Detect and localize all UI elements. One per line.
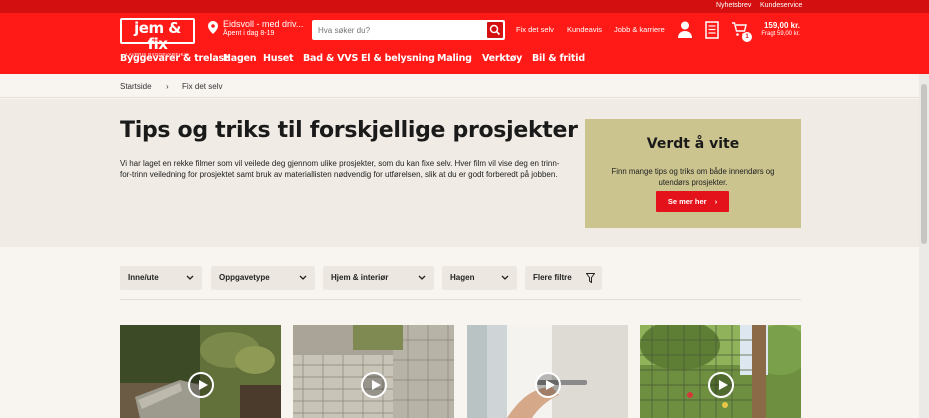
- search-box: [312, 20, 505, 40]
- nav-item-byggevarer[interactable]: Byggevarer & trelast: [120, 53, 229, 64]
- nav-item-bil-fritid[interactable]: Bil & fritid: [532, 53, 585, 64]
- breadcrumb-home[interactable]: Startside: [120, 82, 152, 91]
- play-button[interactable]: [708, 372, 734, 398]
- divider: [120, 299, 801, 300]
- play-button[interactable]: [361, 372, 387, 398]
- nav-item-maling[interactable]: Maling: [437, 53, 472, 64]
- video-card-fence[interactable]: [640, 325, 801, 418]
- breadcrumb-current: Fix det selv: [182, 82, 223, 91]
- info-box: Verdt å vite Finn mange tips og triks om…: [585, 119, 801, 228]
- filter-label: Oppgavetype: [219, 273, 270, 282]
- filter-hagen[interactable]: Hagen: [442, 266, 517, 290]
- scrollbar-thumb[interactable]: [921, 84, 927, 244]
- cart-total[interactable]: 159,00 kr.: [764, 21, 800, 30]
- video-card-bed-edging[interactable]: [120, 325, 281, 418]
- newsletter-link[interactable]: Nyhetsbrev: [716, 2, 751, 9]
- page-scrollbar[interactable]: [919, 74, 929, 418]
- location-pin-icon: [208, 21, 218, 34]
- nav-item-el-belysning[interactable]: El & belysning: [361, 53, 435, 64]
- nav-item-verktoy[interactable]: Verktøy: [482, 53, 522, 64]
- cart-count-badge: 1: [742, 32, 752, 42]
- top-strip: Nyhetsbrev Kundeservice: [0, 0, 929, 13]
- chevron-down-icon: [418, 275, 426, 280]
- jobs-link[interactable]: Jobb & karriere: [614, 25, 665, 34]
- search-button[interactable]: [487, 22, 503, 38]
- site-logo[interactable]: jem & fix LAVPRIS BYGGEVAREHUS: [120, 18, 195, 57]
- store-hours: Åpent i dag 8-19: [223, 30, 275, 37]
- search-icon: [489, 24, 501, 36]
- chevron-down-icon: [501, 275, 509, 280]
- info-box-title: Verdt å vite: [646, 136, 740, 152]
- play-button[interactable]: [188, 372, 214, 398]
- page-title: Tips og triks til forskjellige prosjekte…: [120, 118, 578, 143]
- filter-label: Flere filtre: [533, 273, 572, 282]
- filter-inne-ute[interactable]: Inne/ute: [120, 266, 202, 290]
- filter-funnel-icon: [586, 273, 595, 283]
- search-input[interactable]: [318, 23, 483, 37]
- chevron-right-icon: ›: [714, 197, 718, 206]
- video-card-paving[interactable]: [293, 325, 454, 418]
- breadcrumb-separator: ›: [166, 82, 169, 91]
- see-more-button[interactable]: Se mer her ›: [656, 191, 729, 212]
- info-box-text: Finn mange tips og triks om både innendø…: [611, 167, 775, 187]
- video-card-door-handle[interactable]: [467, 325, 628, 418]
- hero-section: Tips og triks til forskjellige prosjekte…: [0, 99, 929, 247]
- breadcrumb: Startside › Fix det selv: [0, 74, 929, 98]
- customer-service-link[interactable]: Kundeservice: [760, 2, 802, 9]
- filter-oppgavetype[interactable]: Oppgavetype: [211, 266, 315, 290]
- filter-more[interactable]: Flere filtre: [525, 266, 602, 290]
- chevron-down-icon: [186, 275, 194, 280]
- play-button[interactable]: [535, 372, 561, 398]
- filter-label: Inne/ute: [128, 273, 159, 282]
- filter-hjem-interior[interactable]: Hjem & interiør: [323, 266, 434, 290]
- store-name: Eidsvoll - med driv...: [223, 19, 304, 29]
- site-header: jem & fix LAVPRIS BYGGEVAREHUS Eidsvoll …: [0, 13, 929, 74]
- user-icon[interactable]: [678, 21, 692, 38]
- nav-item-huset[interactable]: Huset: [263, 53, 294, 64]
- see-more-label: Se mer her: [667, 197, 707, 206]
- fix-det-selv-link[interactable]: Fix det selv: [516, 25, 554, 34]
- intro-text: Vi har laget en rekke filmer som vil vei…: [120, 159, 560, 179]
- filter-label: Hjem & interiør: [331, 273, 389, 282]
- chevron-down-icon: [299, 275, 307, 280]
- kundeavis-link[interactable]: Kundeavis: [567, 25, 602, 34]
- logo-text: jem & fix: [134, 19, 181, 53]
- cart-freight: Fragt 59,00 kr.: [761, 31, 800, 37]
- filter-label: Hagen: [450, 273, 475, 282]
- nav-item-bad-vvs[interactable]: Bad & VVS: [303, 53, 358, 64]
- shopping-list-icon[interactable]: [705, 21, 719, 39]
- nav-item-hagen[interactable]: Hagen: [223, 53, 257, 64]
